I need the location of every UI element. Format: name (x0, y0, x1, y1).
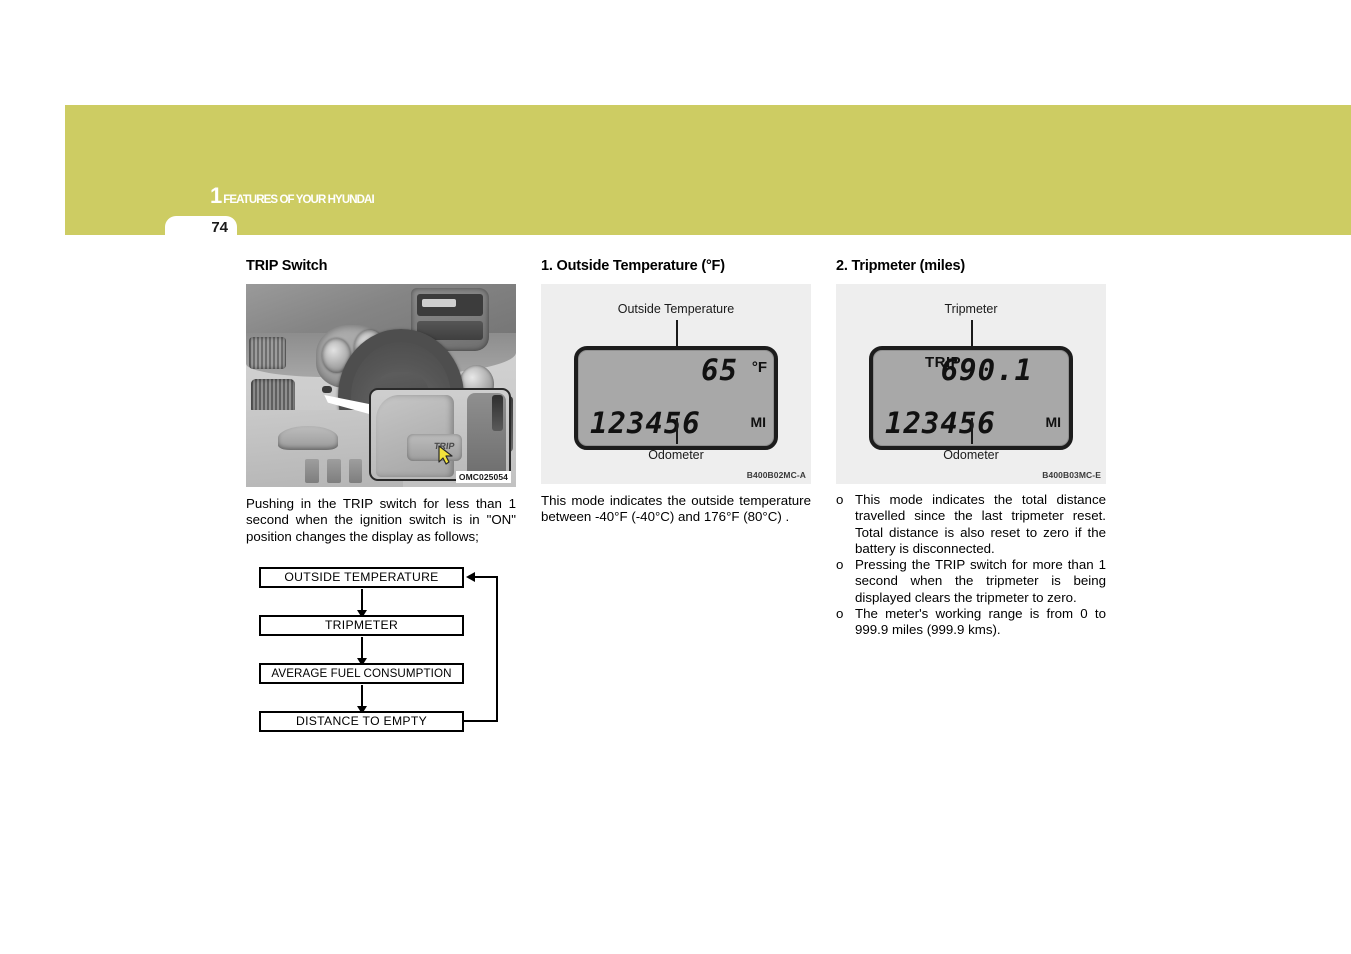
flow-step-distance-to-empty: DISTANCE TO EMPTY (259, 710, 464, 732)
figure-code-left: OMC025054 (455, 471, 511, 483)
middle-column-heading: 1. Outside Temperature (°F) (541, 258, 725, 274)
left-column-heading: TRIP Switch (246, 258, 328, 274)
flow-arrow-3-icon (357, 684, 367, 714)
page-tab: 74 (165, 216, 237, 240)
display-sequence-flowchart: OUTSIDE TEMPERATURE TRIPMETER AVERAGE FU… (246, 566, 516, 742)
air-vent-left-upper-icon (248, 336, 287, 370)
flow-step-average-fuel-consumption: AVERAGE FUEL CONSUMPTION (259, 662, 464, 684)
chapter-title: FEATURES OF YOUR HYUNDAI (223, 194, 374, 206)
lcd-temperature-unit: °F (751, 359, 767, 376)
tripmeter-notes-list: o This mode indicates the total distance… (836, 492, 1106, 639)
lcd-trip-value: 690.1 (940, 353, 1033, 387)
chapter-number: 1 (210, 183, 222, 208)
list-item: o The meter's working range is from 0 to… (836, 606, 1106, 639)
bullet-marker-icon: o (836, 606, 844, 622)
dashboard-photo: H TRIP (246, 284, 516, 487)
lcd-odometer-value: 123456 (885, 406, 996, 440)
lcd-temperature-value: 65 (701, 353, 738, 387)
lcd-odometer-unit: MI (750, 414, 766, 430)
flow-loop-return-arrow-icon (466, 571, 498, 582)
caption-tripmeter: Tripmeter (944, 302, 998, 316)
hood-release-handle (278, 426, 338, 451)
flow-arrow-2-icon (357, 636, 367, 666)
chapter-label: 1 FEATURES OF YOUR HYUNDAI (210, 183, 375, 208)
list-item-text: The meter's working range is from 0 to 9… (855, 606, 1106, 638)
flow-loop-bottom-segment (464, 719, 498, 722)
column-tripmeter: 2. Tripmeter (miles) Tripmeter TRIP 690.… (836, 258, 1106, 742)
list-item: o Pressing the TRIP switch for more than… (836, 557, 1106, 606)
leader-line-bottom-icon (971, 418, 973, 444)
page-number: 74 (211, 219, 228, 236)
hand-cursor-icon (438, 445, 453, 465)
chapter-banner: 1 FEATURES OF YOUR HYUNDAI (65, 105, 1351, 235)
flow-step-tripmeter: TRIPMETER (259, 614, 464, 636)
bullet-marker-icon: o (836, 492, 844, 507)
caption-odometer-middle: Odometer (648, 448, 704, 462)
right-column-heading: 2. Tripmeter (miles) (836, 258, 965, 274)
dashboard-illustration: H TRIP (246, 284, 516, 487)
figure-code-middle: B400B02MC-A (746, 470, 806, 480)
flow-step-outside-temperature: OUTSIDE TEMPERATURE (259, 566, 464, 588)
flow-arrow-1-icon (357, 588, 367, 618)
middle-column-paragraph: This mode indicates the outside temperat… (541, 493, 811, 525)
caption-odometer-right: Odometer (943, 448, 999, 462)
air-vent-left-lower-icon (251, 379, 295, 414)
list-item: o This mode indicates the total distance… (836, 492, 1106, 557)
bullet-marker-icon: o (836, 557, 844, 573)
page-content: TRIP Switch TRIP OMC025054 Pushing in th… (246, 258, 1306, 742)
lcd-odometer-value: 123456 (590, 406, 701, 440)
pedal-1-icon (305, 458, 319, 483)
pedal-2-icon (327, 458, 341, 483)
leader-line-top-icon (971, 320, 973, 346)
trip-switch-location-marker (321, 385, 332, 393)
flow-loop-right-segment (496, 576, 498, 722)
list-item-text: Pressing the TRIP switch for more than 1… (855, 557, 1106, 605)
inset-shifter (492, 394, 504, 431)
leader-line-top-icon (676, 320, 678, 346)
trip-switch-inset: TRIP (368, 387, 511, 481)
radio-display (422, 298, 457, 308)
left-column-paragraph: Pushing in the TRIP switch for less than… (246, 496, 516, 544)
column-trip-switch: TRIP Switch TRIP OMC025054 Pushing in th… (246, 258, 516, 742)
list-item-text: This mode indicates the total distance t… (855, 492, 1106, 556)
caption-outside-temperature: Outside Temperature (617, 302, 735, 316)
radio-head-unit (416, 294, 483, 316)
column-outside-temperature: 1. Outside Temperature (°F) Outside Temp… (541, 258, 811, 742)
lcd-odometer-unit: MI (1045, 414, 1061, 430)
figure-code-right: B400B03MC-E (1042, 470, 1101, 480)
outside-temperature-figure: Outside Temperature 65 °F 123456 MI Odom… (541, 284, 811, 484)
tripmeter-figure: Tripmeter TRIP 690.1 123456 MI Odometer … (836, 284, 1106, 484)
leader-line-bottom-icon (676, 418, 678, 444)
pedal-3-icon (348, 458, 363, 483)
